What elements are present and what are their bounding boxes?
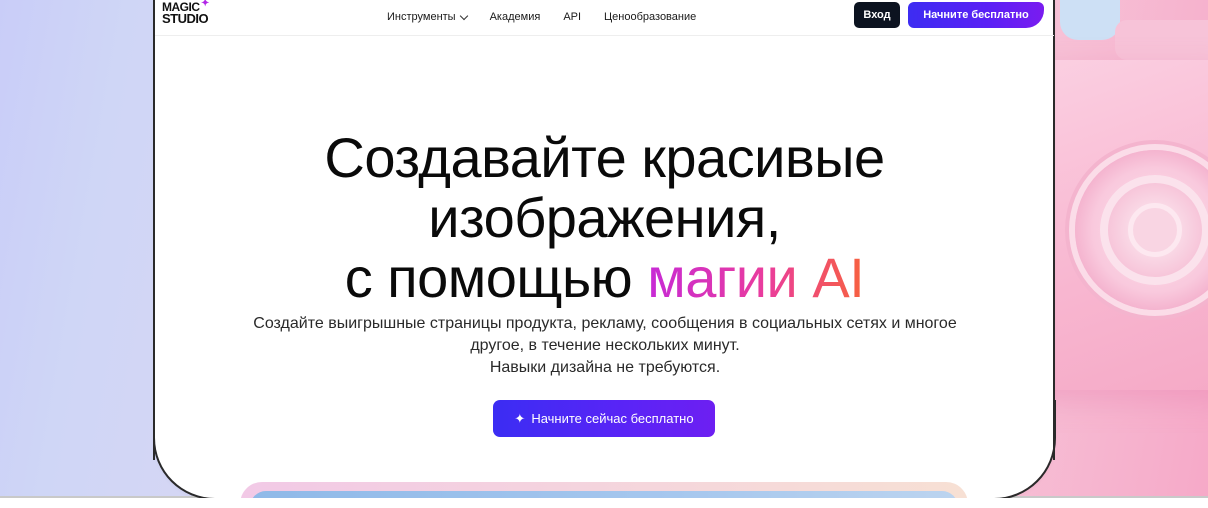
nav-item-pricing[interactable]: Ценообразование (604, 11, 696, 23)
sparkle-icon: ✦ (201, 0, 209, 9)
login-button[interactable]: Вход (854, 2, 900, 28)
hero-title-line3: с помощью магии AI (155, 248, 1054, 308)
hero-subtitle-line1: Создайте выигрышные страницы продукта, р… (253, 315, 957, 332)
hero-title-line2: изображения, (428, 186, 781, 249)
nav-links: Инструменты Академия API Ценообразование (387, 9, 696, 25)
hero-subtitle-line2: другое, в течение нескольких минут. (470, 337, 740, 354)
camera-decoration-knob (1060, 0, 1120, 40)
page-bottom-margin (0, 498, 1208, 508)
start-free-button[interactable]: Начните бесплатно (908, 2, 1044, 28)
camera-lens-inner (1128, 203, 1182, 257)
logo-text-line2: STUDIO (162, 11, 209, 26)
hero-title-line1: Создавайте красивые (324, 126, 885, 189)
cta-label: Начните сейчас бесплатно (531, 411, 694, 426)
hero-title: Создавайте красивые изображения, с помощ… (155, 128, 1054, 308)
hero-subtitle-line3: Навыки дизайна не требуются. (489, 359, 721, 376)
chevron-down-icon (459, 11, 468, 20)
nav-item-api[interactable]: API (563, 11, 581, 23)
start-now-free-button[interactable]: ✦ Начните сейчас бесплатно (493, 400, 715, 437)
camera-decoration-top (1115, 20, 1208, 60)
top-navbar: MAGIC STUDIO ✦ Инструменты Академия API … (155, 0, 1054, 36)
brand-logo[interactable]: MAGIC STUDIO ✦ (162, 0, 212, 31)
nav-item-tools[interactable]: Инструменты (387, 11, 468, 23)
sparkle-icon: ✦ (514, 411, 526, 426)
nav-item-academy[interactable]: Академия (490, 11, 541, 23)
hero-title-prefix: с помощью (344, 246, 633, 309)
hero-title-highlight: магии AI (647, 246, 865, 309)
nav-item-tools-label: Инструменты (387, 11, 456, 23)
hero-subtitle: Создайте выигрышные страницы продукта, р… (205, 313, 1005, 379)
